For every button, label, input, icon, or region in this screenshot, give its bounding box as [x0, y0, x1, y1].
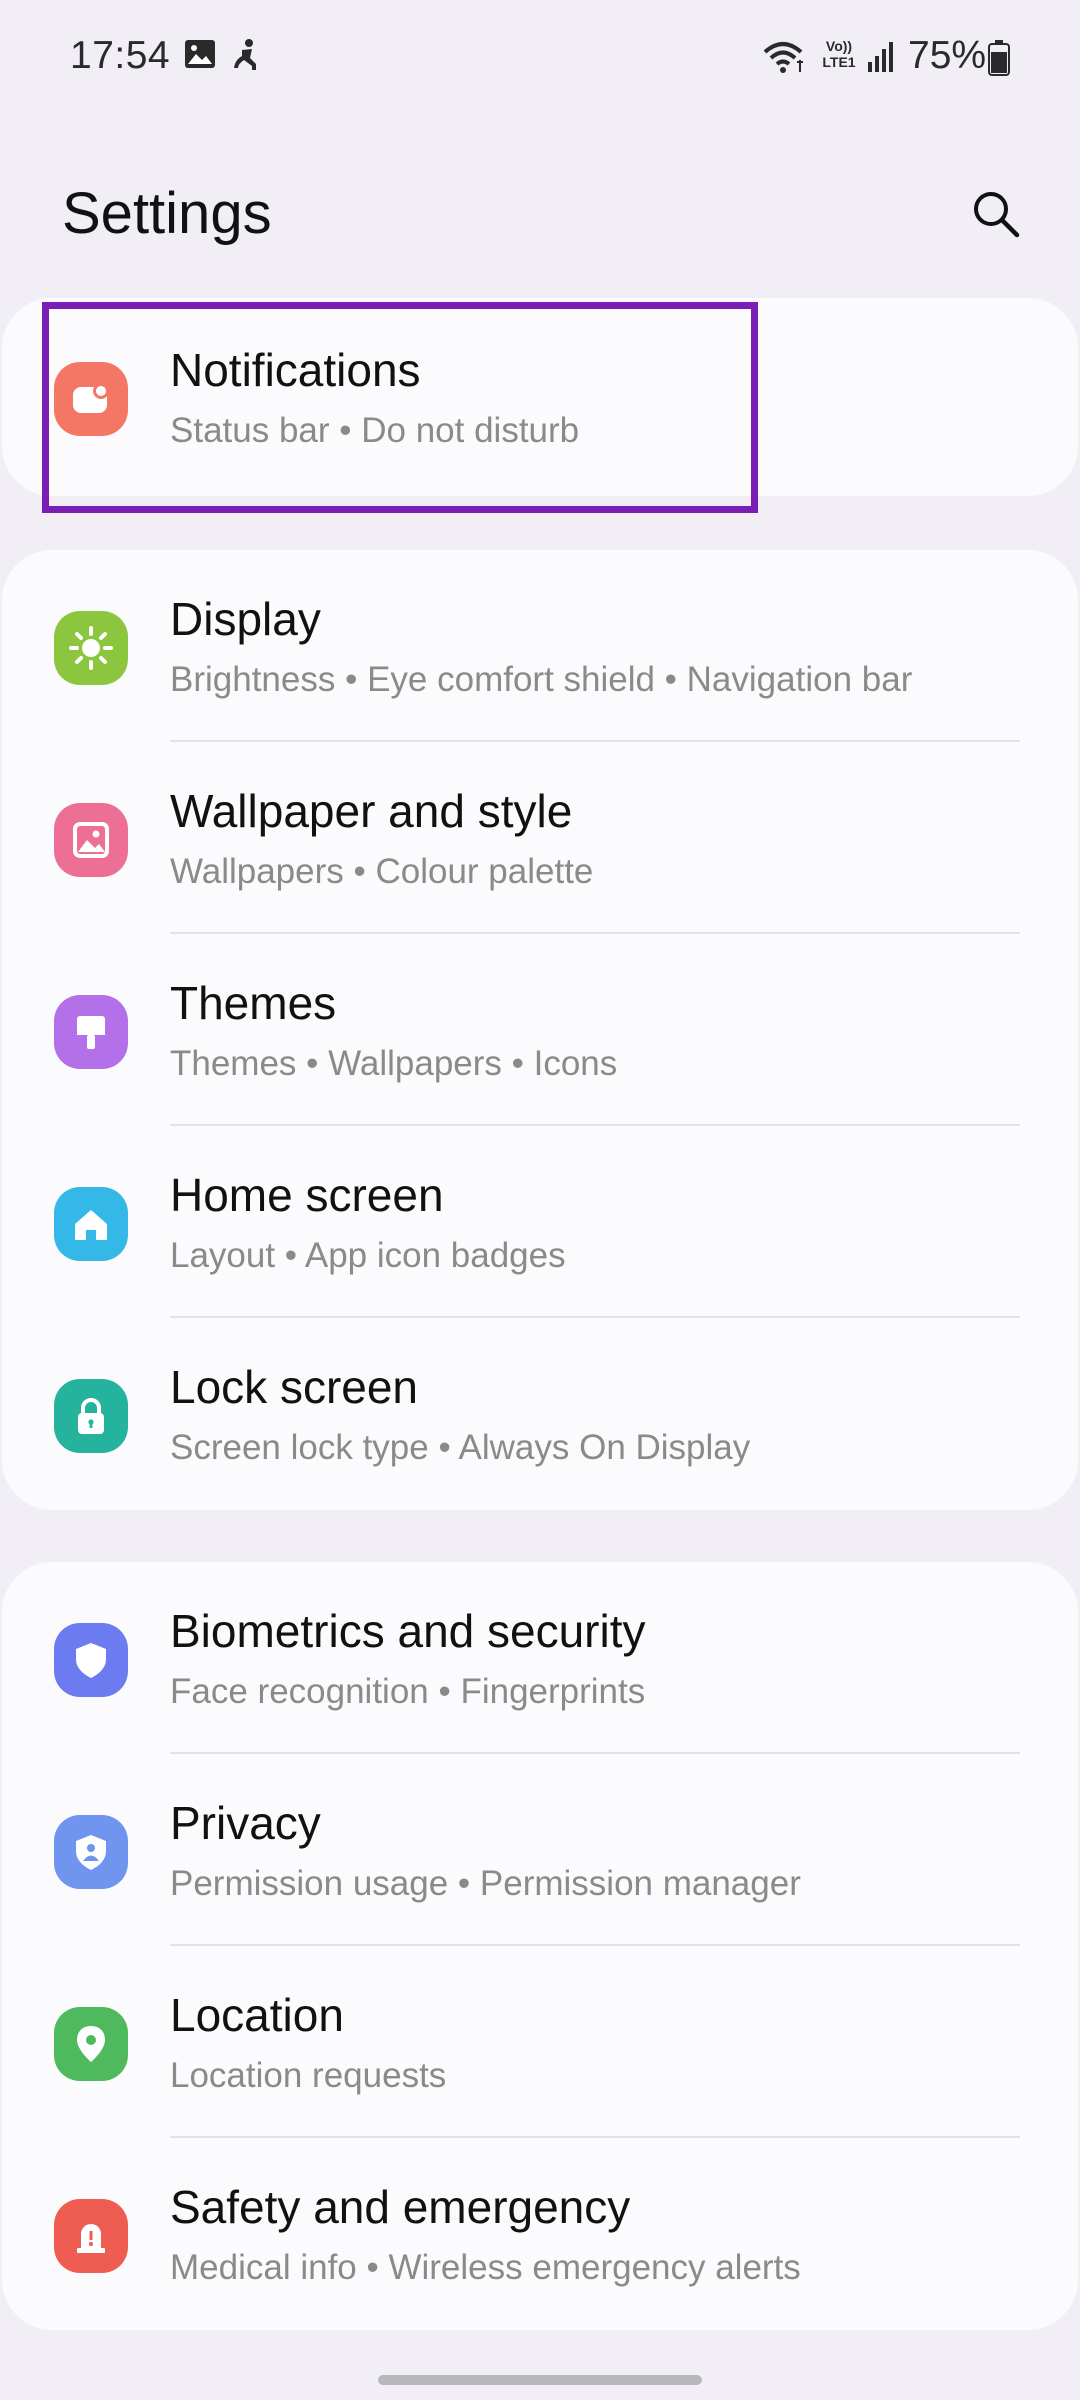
home-icon — [54, 1187, 128, 1261]
volte-lte-icon: Vo)) LTE1 — [818, 38, 860, 70]
volte-label: Vo)) — [825, 38, 853, 54]
item-subtitle: Screen lock type • Always On Display — [170, 1428, 751, 1467]
location-pin-icon — [54, 2007, 128, 2081]
item-title: Privacy — [170, 1797, 321, 1849]
settings-item-display[interactable]: Display Brightness • Eye comfort shield … — [2, 550, 1078, 742]
item-subtitle: Layout • App icon badges — [170, 1236, 566, 1275]
status-time: 17:54 — [70, 34, 171, 77]
accessibility-icon — [232, 38, 262, 77]
item-subtitle: Location requests — [170, 2056, 447, 2095]
settings-item-privacy[interactable]: Privacy Permission usage • Permission ma… — [2, 1754, 1078, 1946]
item-subtitle: Wallpapers • Colour palette — [170, 852, 594, 891]
settings-item-themes[interactable]: Themes Themes • Wallpapers • Icons — [2, 934, 1078, 1126]
settings-card-security: Biometrics and security Face recognition… — [2, 1562, 1078, 2330]
status-bar: 17:54 Vo)) LTE1 75% — [0, 0, 1080, 120]
item-title: Home screen — [170, 1169, 444, 1221]
settings-item-home-screen[interactable]: Home screen Layout • App icon badges — [2, 1126, 1078, 1318]
lte-label: LTE1 — [822, 54, 856, 70]
settings-item-wallpaper[interactable]: Wallpaper and style Wallpapers • Colour … — [2, 742, 1078, 934]
item-title: Display — [170, 593, 321, 645]
item-title: Lock screen — [170, 1361, 419, 1413]
item-title: Safety and emergency — [170, 2181, 631, 2233]
item-title: Wallpaper and style — [170, 785, 573, 837]
wallpaper-icon — [54, 803, 128, 877]
item-subtitle: Brightness • Eye comfort shield • Naviga… — [170, 660, 913, 699]
item-subtitle: Face recognition • Fingerprints — [170, 1672, 646, 1711]
themes-brush-icon — [54, 995, 128, 1069]
page-title: Settings — [62, 181, 272, 246]
signal-icon — [866, 40, 896, 77]
settings-item-biometrics[interactable]: Biometrics and security Face recognition… — [2, 1562, 1078, 1754]
search-icon — [971, 189, 1021, 244]
lock-icon — [54, 1379, 128, 1453]
battery-icon — [988, 40, 1010, 81]
settings-screen: 17:54 Vo)) LTE1 75% Settings Notificatio… — [0, 0, 1080, 2400]
privacy-shield-icon — [54, 1815, 128, 1889]
battery-percent: 75% — [908, 34, 987, 77]
settings-item-lock-screen[interactable]: Lock screen Screen lock type • Always On… — [2, 1318, 1078, 1510]
gallery-icon — [184, 38, 216, 75]
search-button[interactable] — [966, 186, 1026, 246]
wifi-icon — [762, 40, 804, 79]
display-sun-icon — [54, 611, 128, 685]
item-subtitle: Permission usage • Permission manager — [170, 1864, 801, 1903]
settings-card-display: Display Brightness • Eye comfort shield … — [2, 550, 1078, 1510]
settings-item-safety[interactable]: Safety and emergency Medical info • Wire… — [2, 2138, 1078, 2330]
settings-item-location[interactable]: Location Location requests — [2, 1946, 1078, 2138]
item-title: Location — [170, 1989, 344, 2041]
item-title: Biometrics and security — [170, 1605, 646, 1657]
shield-icon — [54, 1623, 128, 1697]
emergency-icon — [54, 2199, 128, 2273]
item-title: Themes — [170, 977, 337, 1029]
gesture-navigation-bar[interactable] — [378, 2375, 702, 2385]
item-subtitle: Themes • Wallpapers • Icons — [170, 1044, 618, 1083]
item-subtitle: Medical info • Wireless emergency alerts — [170, 2248, 801, 2287]
highlight-box — [42, 302, 758, 513]
